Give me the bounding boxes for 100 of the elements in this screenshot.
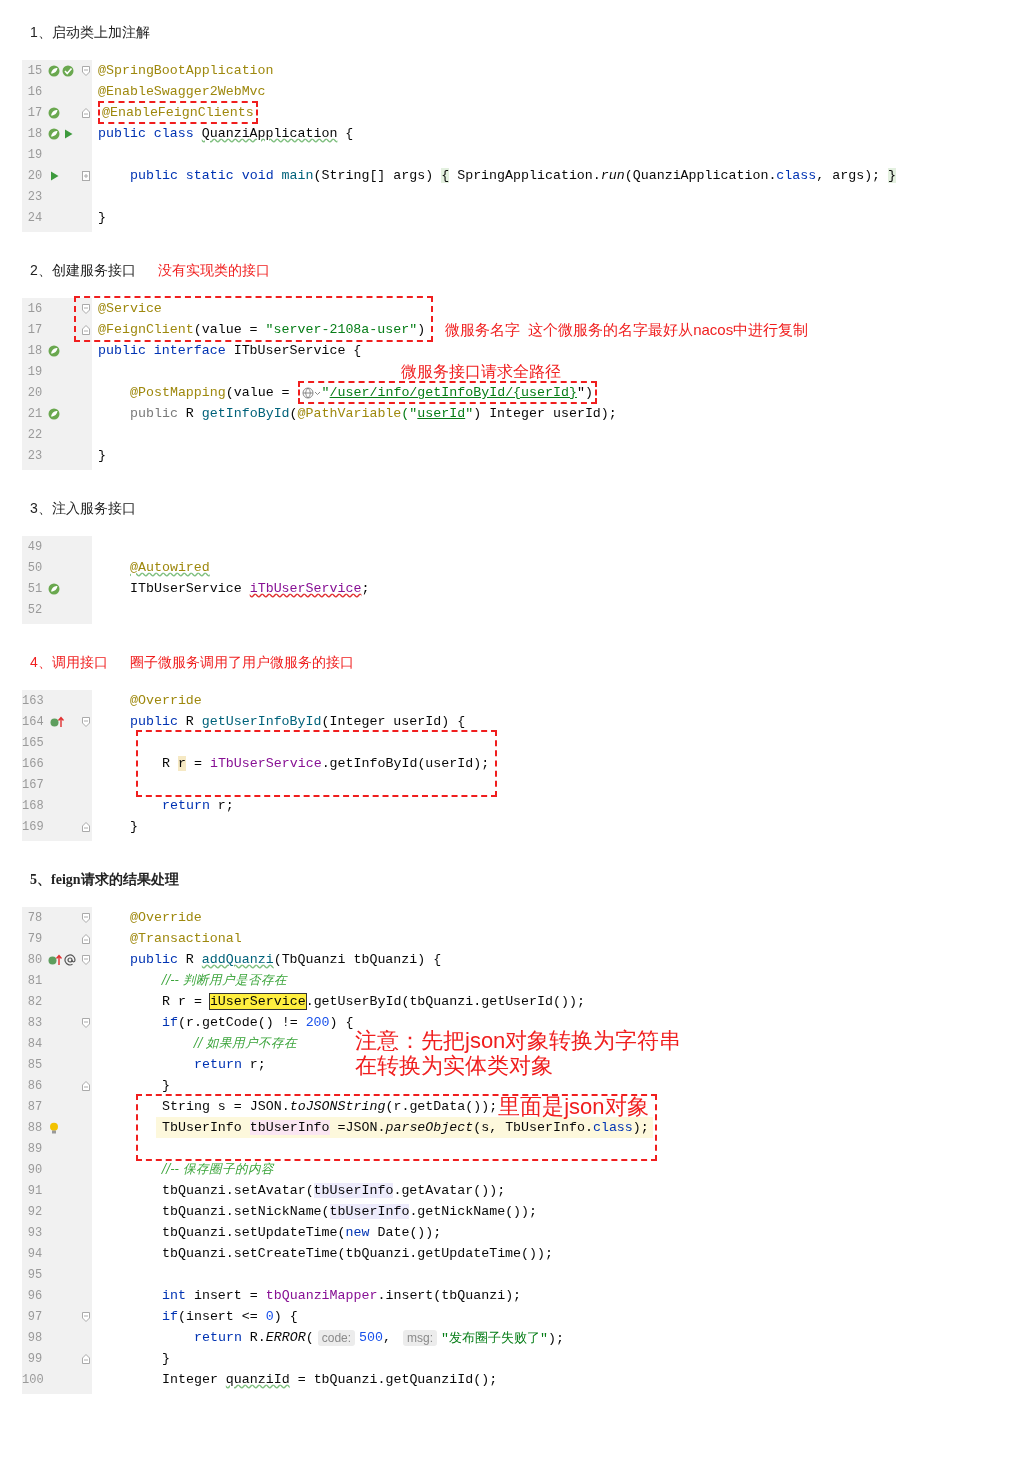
code-line: //-- 保存圈子的内容	[162, 1161, 274, 1178]
code-line: R r = iUserService.getUserById(tbQuanzi.getUserId());	[162, 994, 585, 1009]
line-number: 21	[26, 406, 43, 421]
fold-marker-icon	[80, 1079, 91, 1092]
leaf-icon	[48, 582, 61, 595]
leaf-icon	[48, 344, 61, 357]
line-number: 50	[26, 560, 43, 575]
line-number: 95	[26, 1267, 43, 1282]
code-line: if(r.getCode() != 200) {	[162, 1015, 354, 1030]
section-heading: 1、启动类上加注解	[30, 24, 150, 42]
annotation-note: 微服务名字	[445, 320, 521, 340]
leaf-icon	[48, 106, 61, 119]
line-number: 79	[26, 931, 43, 946]
code-text: "发布圈子失败了");	[441, 1329, 564, 1347]
code-line: }	[98, 448, 106, 463]
fold-marker-icon	[80, 715, 91, 728]
code-line: public R addQuanzi(TbQuanzi tbQuanzi) {	[130, 952, 442, 967]
line-number: 80	[26, 952, 43, 967]
lightbulb-icon	[48, 1121, 61, 1134]
code-line: tbQuanzi.setUpdateTime(new Date());	[162, 1225, 442, 1240]
line-number: 163	[22, 693, 44, 708]
code-text: @PostMapping(value =	[130, 385, 291, 400]
parameter-hint: code:	[317, 1329, 356, 1346]
code-line: ITbUserService iTbUserService;	[130, 581, 370, 596]
code-line: //-- 判断用户是否存在	[162, 972, 287, 989]
code-line: @FeignClient(value = "server-2108a-user")	[98, 322, 426, 337]
line-number: 18	[26, 343, 43, 358]
annotation-note: 这个微服务的名字最好从nacos中进行复制	[528, 320, 809, 340]
line-number: 87	[26, 1099, 43, 1114]
annotation-note: 圈子微服务调用了用户微服务的接口	[129, 654, 354, 672]
fold-marker-icon	[80, 64, 91, 77]
run-icon	[62, 127, 75, 140]
fold-marker-icon	[80, 106, 91, 119]
code-line: @Transactional	[130, 931, 242, 946]
code-line: public interface ITbUserService {	[98, 343, 362, 358]
code-line: return r;	[194, 1057, 266, 1072]
line-number: 16	[26, 84, 43, 99]
fold-marker-icon	[80, 1016, 91, 1029]
leaf-icon	[48, 407, 61, 420]
line-number: 49	[26, 539, 43, 554]
line-number: 98	[26, 1330, 43, 1345]
fold-marker-icon	[80, 911, 91, 924]
annotation-note: 里面是json对象	[498, 1096, 649, 1117]
annotation-note: 在转换为实体类对象	[355, 1055, 553, 1076]
code-text: 500,	[359, 1330, 392, 1345]
fold-marker-icon	[80, 302, 91, 315]
annotation-note: 微服务接口请求全路径	[401, 362, 561, 382]
line-number: 23	[26, 448, 43, 463]
code-line: @Service	[98, 301, 162, 316]
code-line: @Override	[130, 910, 202, 925]
line-number: 89	[26, 1141, 43, 1156]
code-line: public R getUserInfoById(Integer userId) {	[130, 714, 466, 729]
expand-icon	[80, 169, 91, 182]
section-heading: 3、注入服务接口	[30, 500, 136, 518]
code-line: R r = iTbUserService.getInfoById(userId);	[162, 756, 490, 771]
line-number: 83	[26, 1015, 43, 1030]
override-icon	[49, 715, 64, 728]
code-line: if(insert <= 0) {	[162, 1309, 298, 1324]
annotation-note: 没有实现类的接口	[157, 262, 270, 280]
code-line: tbQuanzi.setCreateTime(tbQuanzi.getUpdateTime());	[162, 1246, 553, 1261]
code-line: @EnableSwagger2WebMvc	[98, 84, 266, 99]
code-text: "/user/info/getInfoById/{userId}")	[321, 385, 593, 400]
line-number: 19	[26, 364, 43, 379]
code-line: tbQuanzi.setAvatar(tbUserInfo.getAvatar());	[162, 1183, 506, 1198]
code-line: String s = JSON.toJSONString(r.getData());	[162, 1099, 498, 1114]
line-number: 88	[26, 1120, 43, 1135]
line-number: 82	[26, 994, 43, 1009]
code-line: return r;	[162, 798, 234, 813]
code-line: }	[130, 819, 138, 834]
line-number: 167	[22, 777, 44, 792]
line-number: 100	[22, 1372, 44, 1387]
section-heading: 5、feign请求的结果处理	[30, 871, 179, 889]
line-number: 92	[26, 1204, 43, 1219]
code-line: Integer quanziId = tbQuanzi.getQuanziId();	[162, 1372, 498, 1387]
fold-marker-icon	[80, 932, 91, 945]
code-line: }	[98, 210, 106, 225]
line-number: 91	[26, 1183, 43, 1198]
fold-marker-icon	[80, 1352, 91, 1365]
checkmark-icon	[62, 64, 75, 77]
line-number: 17	[26, 105, 43, 120]
code-line: public class QuanziApplication {	[98, 126, 354, 141]
code-line: // 如果用户不存在	[194, 1035, 298, 1052]
code-text: @EnableFeignClients	[102, 105, 254, 120]
line-number: 52	[26, 602, 43, 617]
line-number: 93	[26, 1225, 43, 1240]
line-number: 24	[26, 210, 43, 225]
section-heading: 4、调用接口	[30, 654, 108, 672]
line-number: 81	[26, 973, 43, 988]
line-number: 15	[26, 63, 43, 78]
line-number: 164	[22, 714, 44, 729]
annotation-note: 注意：先把json对象转换为字符串	[355, 1027, 682, 1054]
line-number: 78	[26, 910, 43, 925]
leaf-icon	[48, 127, 61, 140]
fold-marker-icon	[80, 953, 91, 966]
fold-marker-icon	[80, 820, 91, 833]
line-number: 16	[26, 301, 43, 316]
line-number: 94	[26, 1246, 43, 1261]
line-number: 165	[22, 735, 44, 750]
code-text: return R.ERROR(	[194, 1330, 314, 1345]
code-line: }	[162, 1351, 170, 1366]
